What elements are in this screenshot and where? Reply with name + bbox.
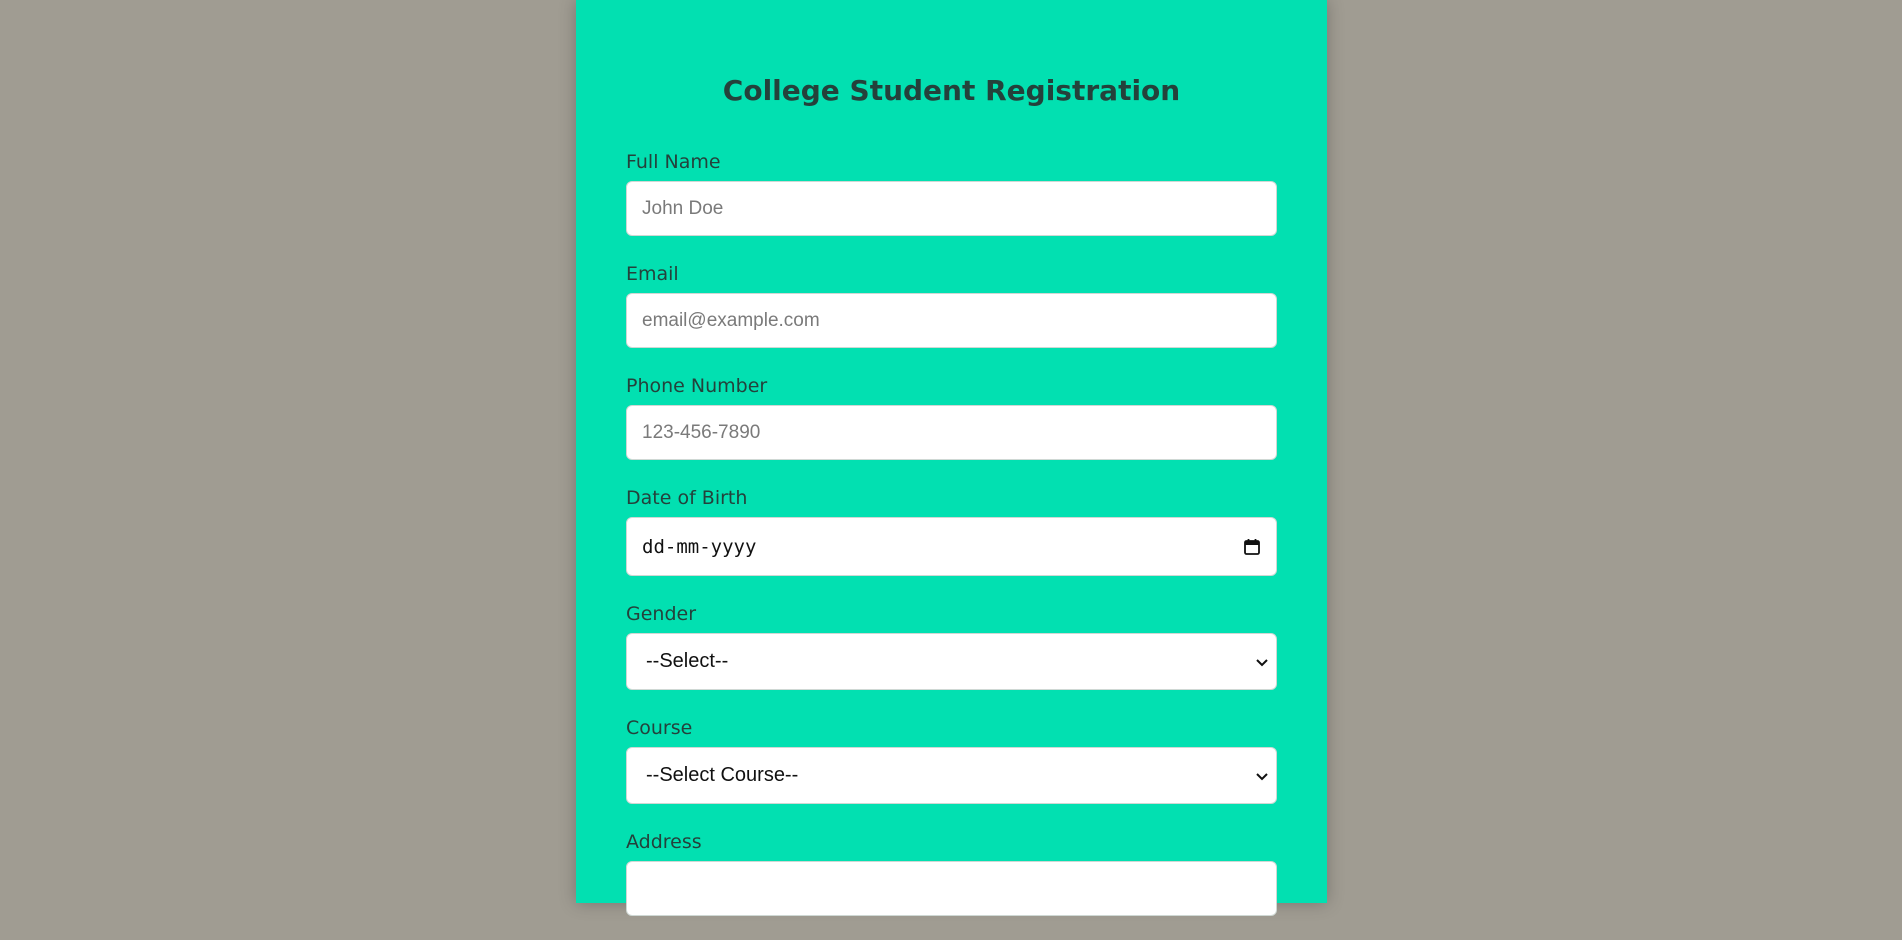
address-label: Address [626,831,702,853]
course-field: Course --Select Course-- [626,714,1277,804]
gender-select[interactable]: --Select-- [626,633,1277,690]
dob-field: Date of Birth dd-mm-yyyy [626,484,1277,576]
email-input[interactable]: email@example.com [626,293,1277,348]
address-input[interactable] [626,861,1277,916]
calendar-icon[interactable] [1243,538,1261,556]
course-selected-value: --Select Course-- [646,764,799,786]
full-name-label: Full Name [626,151,721,173]
phone-field: Phone Number 123-456-7890 [626,372,1277,460]
full-name-placeholder: John Doe [642,197,724,219]
dob-placeholder: dd-mm-yyyy [642,535,757,558]
full-name-input[interactable]: John Doe [626,181,1277,236]
dob-label: Date of Birth [626,487,748,509]
gender-selected-value: --Select-- [646,650,729,672]
email-label: Email [626,263,679,285]
email-placeholder: email@example.com [642,309,820,331]
phone-label: Phone Number [626,375,768,397]
registration-card: College Student Registration Full Name J… [576,0,1327,916]
phone-placeholder: 123-456-7890 [642,421,761,443]
gender-field: Gender --Select-- [626,600,1277,690]
course-label: Course [626,717,693,739]
full-name-field: Full Name John Doe [626,148,1277,236]
page-title: College Student Registration [722,74,1181,107]
dob-input[interactable]: dd-mm-yyyy [626,517,1277,576]
registration-form: Full Name John Doe Email email@example.c… [626,148,1277,940]
chevron-down-icon [1256,772,1268,780]
course-select[interactable]: --Select Course-- [626,747,1277,804]
email-field: Email email@example.com [626,260,1277,348]
gender-label: Gender [626,603,697,625]
phone-input[interactable]: 123-456-7890 [626,405,1277,460]
chevron-down-icon [1256,658,1268,666]
